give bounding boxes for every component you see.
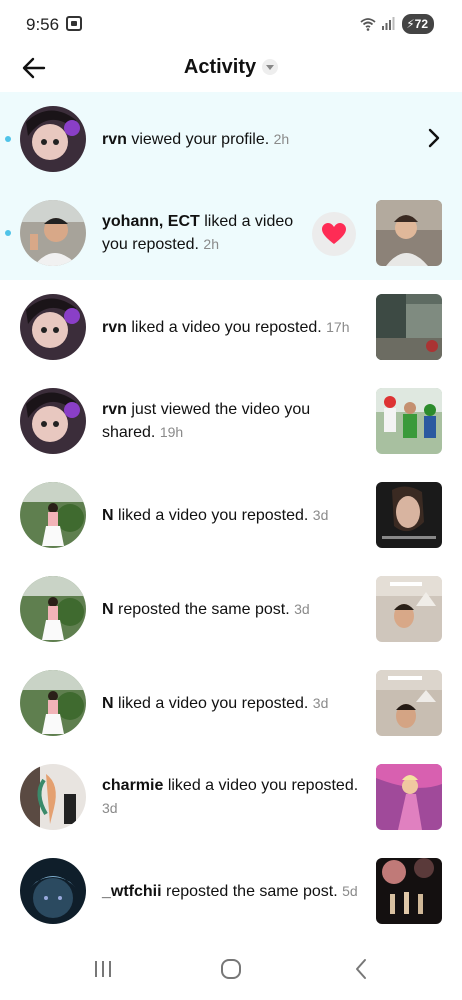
notification-action: liked a video you reposted.: [113, 694, 313, 712]
notification-row[interactable]: rvn liked a video you reposted. 17h: [0, 280, 462, 374]
avatar[interactable]: [20, 858, 86, 924]
notification-user[interactable]: rvn: [102, 131, 127, 148]
notification-action: reposted the same post.: [113, 600, 295, 618]
page-title: Activity: [183, 56, 257, 78]
video-thumbnail[interactable]: [376, 858, 442, 924]
notification-row[interactable]: N liked a video you reposted. 3d: [0, 468, 462, 562]
notification-text: N liked a video you reposted. 3d: [102, 468, 364, 562]
recents-icon[interactable]: [88, 954, 118, 984]
notification-row[interactable]: _wtfchii reposted the same post. 5d: [0, 844, 462, 938]
avatar[interactable]: [20, 388, 86, 454]
notification-row[interactable]: rvn viewed your profile. 2h: [0, 92, 462, 186]
notification-user[interactable]: N: [102, 695, 114, 712]
signal-icon: [382, 17, 395, 30]
notification-time: 17h: [326, 318, 350, 335]
unread-dot: [5, 136, 11, 142]
notification-text: charmie liked a video you reposted. 3d: [102, 750, 364, 844]
notification-time: 3d: [102, 799, 118, 816]
battery-level: 72: [414, 17, 428, 31]
avatar[interactable]: [20, 294, 86, 360]
notification-action: liked a video you reposted.: [126, 318, 327, 336]
notification-user[interactable]: rvn: [102, 319, 127, 336]
notification-action: liked a video you reposted.: [113, 506, 313, 524]
notification-row[interactable]: charmie liked a video you reposted. 3d: [0, 750, 462, 844]
home-icon[interactable]: [216, 954, 246, 984]
notification-text: rvn liked a video you reposted. 17h: [102, 280, 364, 374]
notification-action: reposted the same post.: [161, 882, 343, 900]
avatar[interactable]: [20, 482, 86, 548]
notification-time: 3d: [294, 600, 310, 617]
video-thumbnail[interactable]: [376, 294, 442, 360]
caret-down-icon: [262, 58, 279, 75]
like-button[interactable]: [312, 212, 356, 256]
unread-dot: [5, 230, 11, 236]
notification-time: 5d: [342, 882, 358, 899]
chevron-right-icon[interactable]: [426, 127, 442, 149]
activity-list: rvn viewed your profile. 2h yohann, ECT …: [0, 92, 462, 938]
notification-text: N reposted the same post. 3d: [102, 562, 364, 656]
notification-time: 3d: [312, 506, 329, 523]
notification-user[interactable]: N: [102, 601, 114, 618]
avatar[interactable]: [20, 670, 86, 736]
header: Activity: [0, 48, 462, 90]
heart-icon: [322, 223, 346, 244]
system-nav-bar: [0, 940, 462, 1000]
notification-text: _wtfchii reposted the same post. 5d: [102, 844, 364, 938]
notification-action: liked a video you reposted.: [163, 776, 359, 794]
video-thumbnail[interactable]: [376, 200, 442, 266]
avatar[interactable]: [20, 106, 86, 172]
status-icons: ⚡72: [360, 14, 434, 34]
battery-indicator: ⚡72: [402, 14, 434, 34]
notification-row[interactable]: rvn just viewed the video you shared. 19…: [0, 374, 462, 468]
notification-user[interactable]: yohann, ECT: [102, 213, 200, 230]
notification-row[interactable]: N liked a video you reposted. 3d: [0, 656, 462, 750]
notification-text: yohann, ECT liked a video you reposted. …: [102, 186, 307, 280]
status-time: 9:56: [26, 15, 60, 34]
notification-time: 19h: [159, 423, 184, 440]
notification-time: 2h: [273, 130, 290, 147]
notification-row[interactable]: N reposted the same post. 3d: [0, 562, 462, 656]
avatar[interactable]: [20, 576, 86, 642]
avatar[interactable]: [20, 200, 86, 266]
video-thumbnail[interactable]: [376, 670, 442, 736]
notification-action: viewed your profile.: [126, 130, 274, 148]
notification-user[interactable]: charmie: [102, 777, 163, 794]
notification-time: 2h: [203, 235, 219, 252]
notification-text: rvn just viewed the video you shared. 19…: [102, 374, 364, 468]
notification-user[interactable]: N: [102, 507, 114, 524]
notification-text: N liked a video you reposted. 3d: [102, 656, 364, 750]
status-bar: 9:56 ⚡72: [0, 0, 462, 48]
notification-user[interactable]: rvn: [102, 401, 127, 418]
notification-text: rvn viewed your profile. 2h: [102, 92, 364, 186]
notification-row[interactable]: yohann, ECT liked a video you reposted. …: [0, 186, 462, 280]
video-thumbnail[interactable]: [376, 388, 442, 454]
title-dropdown[interactable]: Activity: [0, 56, 462, 79]
screen-record-icon: [66, 16, 82, 31]
video-thumbnail[interactable]: [376, 482, 442, 548]
notification-action: just viewed the video you shared.: [102, 400, 311, 441]
wifi-icon: [360, 18, 376, 31]
video-thumbnail[interactable]: [376, 764, 442, 830]
notification-time: 3d: [312, 694, 329, 711]
back-icon[interactable]: [346, 954, 376, 984]
video-thumbnail[interactable]: [376, 576, 442, 642]
notification-user[interactable]: _wtfchii: [102, 883, 162, 900]
avatar[interactable]: [20, 764, 86, 830]
